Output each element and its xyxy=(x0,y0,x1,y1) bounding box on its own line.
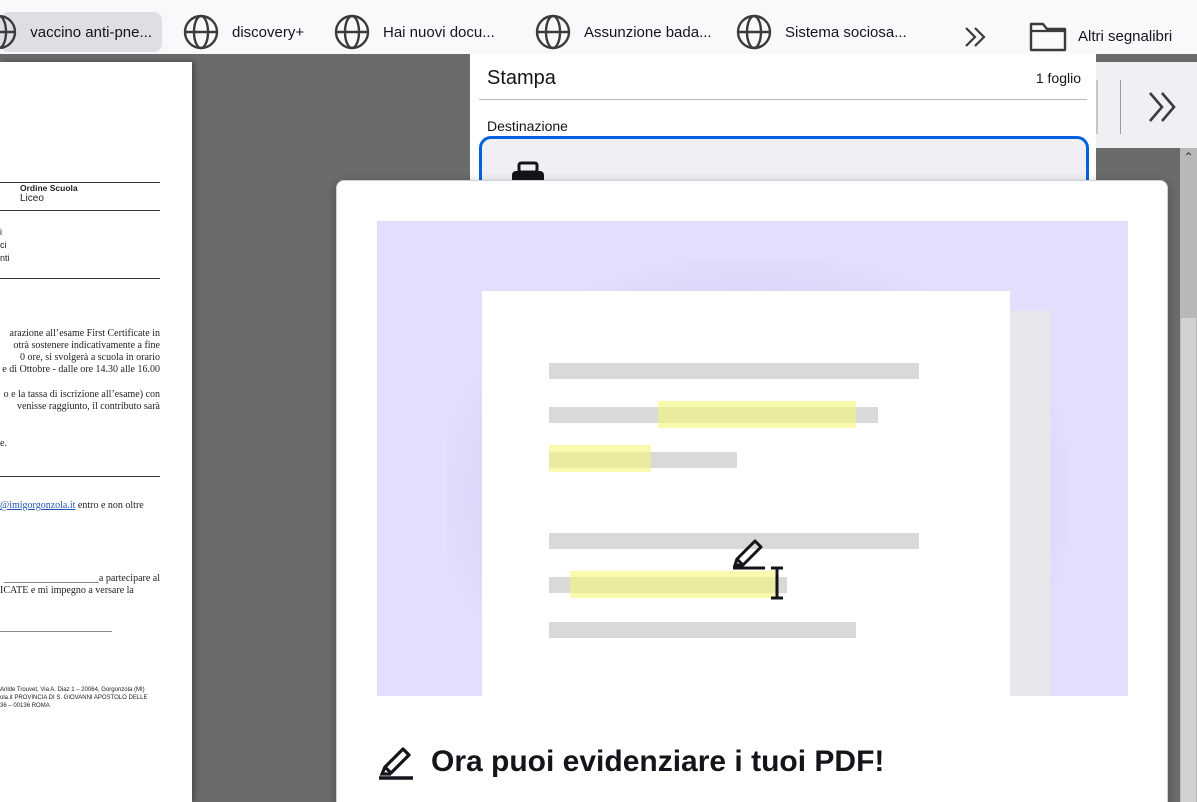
page-sheet xyxy=(482,291,1010,696)
chevron-double-right-icon[interactable] xyxy=(1144,88,1182,126)
destination-label: Destinazione xyxy=(487,118,568,134)
bookmark-item[interactable]: Hai nuovi docu... xyxy=(333,12,495,52)
scrollbar-thumb[interactable] xyxy=(1181,318,1196,802)
text-line: venisse raggiunto, il contributo sarà xyxy=(16,401,160,412)
bookmark-item[interactable]: Assunzione bada... xyxy=(534,12,712,52)
ordine-value: Liceo xyxy=(20,193,44,204)
highlight-mark xyxy=(570,571,775,598)
text-line: nti xyxy=(0,253,10,263)
divider xyxy=(0,476,160,477)
text-line: e di Ottobre - dalle ore 14.30 alle 16.0… xyxy=(2,364,160,375)
callout-title: Ora puoi evidenziare i tuoi PDF! xyxy=(377,743,884,781)
text-line: e. xyxy=(0,438,7,449)
toolbar-divider xyxy=(1120,80,1121,134)
footer-line: ola.it PROVINCIA DI S. GIOVANNI APOSTOLO… xyxy=(0,695,148,701)
highlight-mark xyxy=(549,445,651,472)
globe-icon xyxy=(333,13,371,51)
text-line: ci xyxy=(0,240,7,250)
bookmark-label: vaccino anti-pne... xyxy=(30,23,152,41)
divider xyxy=(0,278,160,279)
other-bookmarks-label: Altri segnalibri xyxy=(1078,27,1173,45)
globe-icon xyxy=(0,13,18,51)
bookmark-label: Assunzione bada... xyxy=(584,23,712,41)
globe-icon xyxy=(182,13,220,51)
bookmark-item[interactable]: vaccino anti-pne... xyxy=(0,12,162,52)
globe-icon xyxy=(735,13,773,51)
bookmark-label: discovery+ xyxy=(232,23,305,41)
text-line: entro e non oltre xyxy=(75,500,144,511)
pdf-page: Ordine Scuola Liceo i ci nti arazione al… xyxy=(0,62,192,802)
text-cursor-icon xyxy=(771,566,783,600)
text-line: ________________________ xyxy=(0,622,112,633)
text-line xyxy=(549,622,856,638)
text-line: ICATE e mi impegno a versare la xyxy=(0,585,134,596)
text-line: i xyxy=(0,227,2,237)
text-line: arazione all’esame First Certificate in xyxy=(9,328,161,339)
scroll-up-icon[interactable]: ⌃ xyxy=(1180,148,1197,166)
email-link[interactable]: @imigorgonzola.it xyxy=(0,500,75,511)
footer-line: Arilde Trouvet, Via A. Diaz 1 – 20064, G… xyxy=(0,687,145,693)
highlight-illustration xyxy=(377,221,1128,696)
folder-icon xyxy=(1029,22,1067,52)
text-line: 0 ore, si svolgerà a scuola in orario xyxy=(20,352,160,363)
chevron-double-right-icon[interactable] xyxy=(960,22,992,54)
bookmarks-toolbar: vaccino anti-pne... discovery+ Hai nuovi… xyxy=(0,0,1197,54)
print-title: Stampa xyxy=(487,67,556,89)
globe-icon xyxy=(534,13,572,51)
divider xyxy=(479,99,1087,100)
highlighter-icon xyxy=(379,747,413,780)
feature-callout: Ora puoi evidenziare i tuoi PDF! xyxy=(336,180,1168,802)
text-line: o e la tassa di iscrizione all’esame) co… xyxy=(3,389,160,400)
highlighter-icon xyxy=(732,539,765,570)
bookmark-item[interactable]: discovery+ xyxy=(182,12,304,52)
sheet-count: 1 foglio xyxy=(1035,70,1081,86)
other-bookmarks-button[interactable]: Altri segnalibri xyxy=(1028,16,1172,56)
text-line xyxy=(549,363,919,379)
callout-title-text: Ora puoi evidenziare i tuoi PDF! xyxy=(431,745,885,778)
text-line: ___________________a partecipare al xyxy=(3,573,160,584)
divider xyxy=(0,210,160,211)
highlight-mark xyxy=(658,401,856,428)
bookmark-label: Sistema sociosa... xyxy=(785,23,907,41)
text-line: otrà sostenere indicativamente a fine xyxy=(13,340,160,351)
bookmark-item[interactable]: Sistema sociosa... xyxy=(735,12,907,52)
toolbar-edge xyxy=(1096,80,1098,134)
footer-line: 36 – 00136 ROMA xyxy=(0,703,50,709)
bookmark-label: Hai nuovi docu... xyxy=(383,23,495,41)
